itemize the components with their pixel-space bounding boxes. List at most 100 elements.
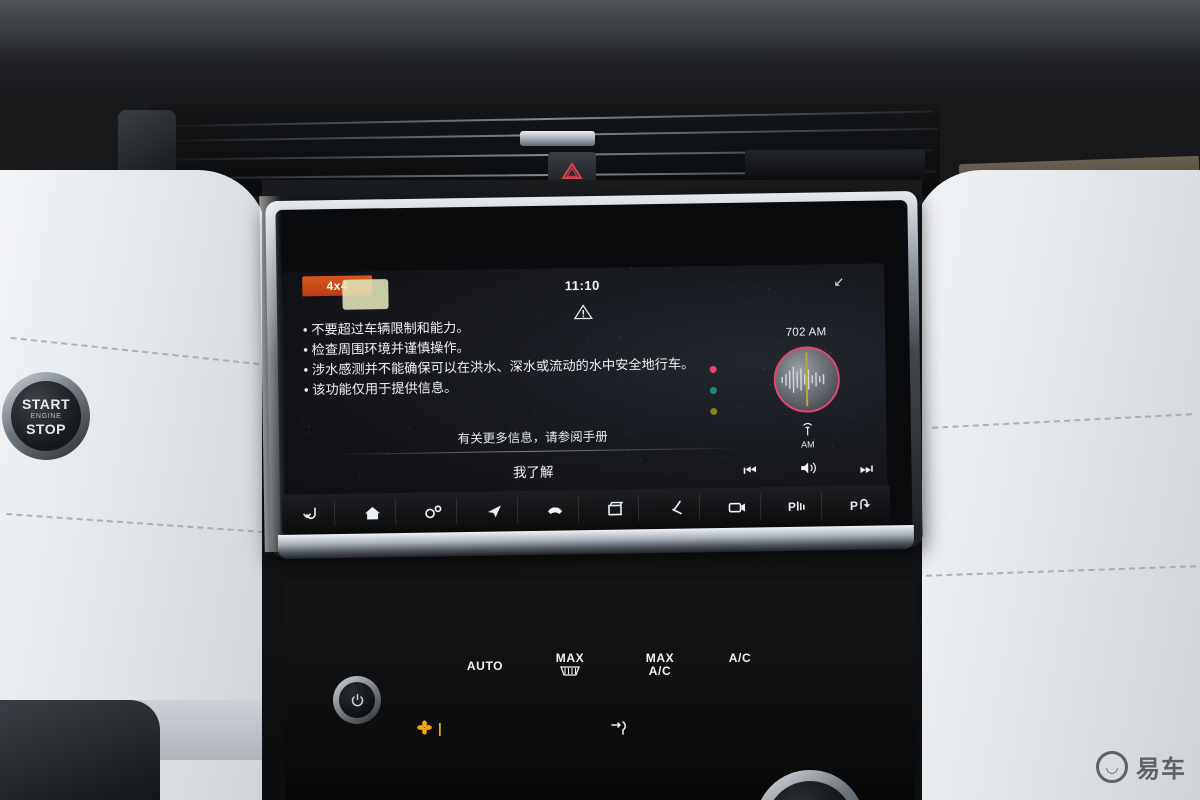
max-ac-label-bottom: A/C — [649, 664, 671, 678]
park-maneuver-icon[interactable]: P — [836, 491, 882, 518]
media-icon[interactable] — [593, 495, 639, 522]
offroad-settings-icon[interactable] — [411, 498, 457, 525]
screen-dust-speck — [408, 426, 409, 427]
screen-dust-speck — [637, 428, 638, 429]
screen-dust-speck — [325, 437, 326, 438]
back-icon[interactable] — [289, 500, 335, 527]
media-controls: ⏮ ⏭ — [743, 459, 873, 480]
screen-dust-speck — [640, 459, 641, 460]
dialog-divider — [328, 448, 738, 455]
screen-dust-speck — [350, 488, 351, 489]
screen-dust-speck — [444, 421, 445, 422]
engine-label: ENGINE — [30, 413, 61, 420]
screen-dust-speck — [884, 395, 885, 396]
screen-dust-speck — [855, 413, 856, 414]
screen-dust-speck — [570, 328, 571, 329]
hazard-triangle-icon — [561, 162, 583, 180]
screen-dust-speck — [484, 348, 485, 349]
screen-dust-speck — [732, 421, 733, 422]
navigation-icon[interactable] — [472, 497, 518, 524]
screen-dust-speck — [727, 457, 728, 458]
right-leather-panel — [912, 170, 1200, 800]
screen-dust-speck — [368, 366, 369, 367]
screen-dust-speck — [763, 368, 764, 369]
screen-dust-speck — [427, 289, 428, 290]
screen-dust-speck — [413, 406, 414, 407]
screen-dust-speck — [409, 285, 410, 286]
screen-dust-speck — [851, 417, 852, 418]
screen-dust-speck — [703, 345, 704, 346]
screen-dust-speck — [814, 439, 815, 440]
leather-stitch — [932, 413, 1192, 429]
auto-button[interactable]: AUTO — [455, 660, 515, 673]
camera-icon[interactable] — [715, 493, 761, 520]
screen-dust-speck — [835, 406, 836, 407]
infotainment-screen[interactable]: 4x4 11:10 ↙ 不要超过车辆限制和能力。 检查周围环境并谨慎操作。 涉水… — [280, 263, 888, 522]
screen-dust-speck — [641, 401, 642, 402]
previous-track-button[interactable]: ⏮ — [743, 462, 757, 479]
screen-dust-speck — [536, 413, 537, 414]
vent-slat — [154, 111, 934, 128]
defrost-icon — [540, 666, 600, 683]
screen-dust-speck — [856, 342, 857, 343]
engine-start-label: START — [22, 396, 70, 412]
screen-dust-speck — [746, 301, 747, 302]
dashboard-sheen — [0, 0, 1200, 60]
acknowledge-button[interactable]: 我了解 — [283, 457, 783, 485]
radio-band-label: AM — [801, 439, 815, 449]
climate-power-button[interactable] — [333, 676, 381, 724]
screen-dust-speck — [852, 380, 853, 381]
screen-dust-speck — [285, 389, 286, 390]
preset-dot-3[interactable] — [710, 408, 717, 415]
ac-button[interactable]: A/C — [715, 652, 765, 665]
screen-dust-speck — [638, 405, 639, 406]
screen-dust-speck — [799, 417, 800, 418]
screen-dust-speck — [776, 436, 777, 437]
screen-dust-speck — [359, 477, 360, 478]
screen-dust-speck — [683, 468, 684, 469]
volume-button[interactable] — [800, 460, 817, 479]
max-defrost-label: MAX — [556, 651, 584, 665]
screen-dust-speck — [841, 386, 842, 387]
screen-dust-speck — [642, 468, 643, 469]
air-vent-right[interactable] — [745, 150, 925, 180]
fan-level-indicator[interactable]: | — [417, 720, 444, 736]
preset-dot-2[interactable] — [710, 387, 717, 394]
climate-control-panel: AUTO MAX MAX A/C A/C | — [285, 580, 915, 800]
screen-dust-speck — [877, 373, 878, 374]
phone-icon[interactable] — [532, 496, 578, 523]
screen-dust-speck — [307, 291, 308, 292]
screen-dust-speck — [765, 411, 766, 412]
screen-dust-speck — [830, 353, 831, 354]
screen-dust-speck — [797, 381, 798, 382]
screen-dust-speck — [605, 280, 606, 281]
screen-dust-speck — [839, 345, 840, 346]
screen-dust-speck — [397, 350, 398, 351]
watermark-text: 易车 — [1136, 749, 1186, 784]
preset-dot-1[interactable] — [710, 366, 717, 373]
screen-dust-speck — [747, 445, 748, 446]
fan-level-bar: | — [438, 720, 444, 736]
album-art-highlight — [805, 352, 808, 407]
screen-dust-speck — [293, 405, 294, 406]
screen-dust-speck — [575, 396, 576, 397]
max-defrost-button[interactable]: MAX — [540, 652, 600, 683]
engine-start-stop-button[interactable]: START ENGINE STOP — [2, 372, 90, 460]
antenna-glyph — [780, 422, 834, 440]
watermark-logo-icon: ◡ — [1096, 751, 1128, 783]
screen-dust-speck — [485, 424, 486, 425]
screen-dust-speck — [387, 454, 388, 455]
max-ac-button[interactable]: MAX A/C — [630, 652, 690, 678]
screen-dust-speck — [655, 444, 656, 445]
next-track-button[interactable]: ⏭ — [860, 460, 874, 477]
radio-antenna-icon[interactable]: AM — [780, 422, 834, 450]
vent-chrome-tab[interactable] — [520, 131, 595, 146]
seat-icon[interactable] — [654, 494, 700, 521]
collapse-arrow-icon[interactable]: ↙ — [833, 274, 844, 290]
radio-album-art[interactable] — [773, 346, 840, 413]
home-icon[interactable] — [350, 499, 396, 526]
screen-dust-speck — [831, 371, 832, 372]
airflow-direction-indicator[interactable] — [610, 720, 632, 739]
park-assist-icon[interactable]: P — [776, 492, 822, 519]
screen-dust-speck — [396, 291, 397, 292]
